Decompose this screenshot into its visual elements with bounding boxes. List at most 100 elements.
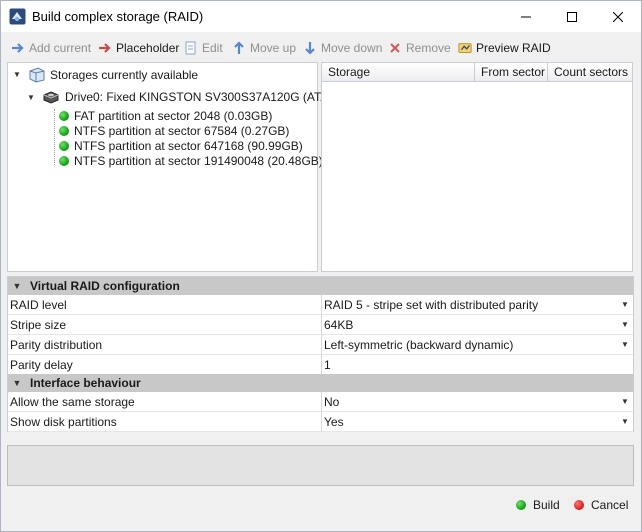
move-up-label: Move up [250, 41, 297, 55]
add-current-label: Add current [29, 41, 92, 55]
property-value[interactable]: No [324, 392, 614, 412]
remove-label: Remove [406, 41, 451, 55]
tree-root-label: Storages currently available [50, 68, 199, 82]
partition-status-icon [59, 126, 69, 136]
build-button[interactable]: Build [516, 497, 560, 513]
remove-x-icon [388, 41, 402, 55]
divider [321, 412, 322, 432]
storage-tree[interactable]: ▼ Storages currently available ▼ Drive0:… [7, 62, 332, 272]
property-description-panel [7, 445, 634, 486]
move-down-button[interactable]: Move down [303, 37, 382, 59]
arrow-up-icon [232, 41, 246, 55]
cancel-label: Cancel [591, 498, 629, 512]
partition-status-icon [59, 141, 69, 151]
preview-raid-label: Preview RAID [476, 41, 551, 55]
property-show-disk-partitions[interactable]: Show disk partitions Yes ▼ [8, 412, 633, 432]
cancel-button[interactable]: Cancel [574, 497, 628, 513]
property-raid-level[interactable]: RAID level RAID 5 - stripe set with dist… [8, 295, 633, 315]
close-icon [613, 11, 623, 22]
tree-drive-label: Drive0: Fixed KINGSTON SV300S37A120G (AT… [65, 90, 333, 104]
tree-partition[interactable]: NTFS partition at sector 647168 (90.99GB… [59, 138, 303, 154]
placeholder-label: Placeholder [116, 41, 180, 55]
property-value[interactable]: RAID 5 - stripe set with distributed par… [324, 295, 614, 315]
collapse-root-icon[interactable]: ▼ [13, 70, 21, 79]
app-icon [9, 8, 26, 25]
property-allow-same-storage[interactable]: Allow the same storage No ▼ [8, 392, 633, 412]
partition-label: NTFS partition at sector 647168 (90.99GB… [74, 139, 303, 153]
dropdown-arrow-icon[interactable]: ▼ [619, 295, 631, 315]
build-status-icon [516, 500, 526, 510]
tree-root[interactable]: Storages currently available [28, 67, 198, 83]
category-label: Interface behaviour [30, 376, 141, 390]
partition-status-icon [59, 111, 69, 121]
title-bar: Build complex storage (RAID) [1, 1, 641, 32]
preview-raid-button[interactable]: Preview RAID [458, 37, 551, 59]
tree-partition[interactable]: NTFS partition at sector 67584 (0.27GB) [59, 123, 289, 139]
property-value[interactable]: Left-symmetric (backward dynamic) [324, 335, 614, 355]
divider [321, 392, 322, 412]
property-value[interactable]: 64KB [324, 315, 614, 335]
add-current-button[interactable]: Add current [11, 37, 91, 59]
column-header-from-sector[interactable]: From sector [475, 63, 548, 82]
property-name: Parity delay [10, 358, 73, 372]
remove-button[interactable]: Remove [388, 37, 451, 59]
list-header: Storage From sector Count sectors [322, 63, 632, 82]
property-value[interactable]: Yes [324, 412, 614, 432]
raid-builder-window: Build complex storage (RAID) Add current… [0, 0, 642, 532]
arrow-right-red-icon [98, 41, 112, 55]
category-interface-behaviour[interactable]: ▼ Interface behaviour [8, 374, 633, 392]
edit-page-icon [184, 41, 198, 55]
partition-status-icon [59, 156, 69, 166]
divider [321, 355, 322, 375]
property-value[interactable]: 1 [324, 355, 614, 375]
toolbar: Add current Placeholder Edit Move up Mov… [1, 37, 641, 59]
property-parity-distribution[interactable]: Parity distribution Left-symmetric (back… [8, 335, 633, 355]
arrow-right-icon [11, 41, 25, 55]
property-stripe-size[interactable]: Stripe size 64KB ▼ [8, 315, 633, 335]
property-name: Show disk partitions [10, 415, 117, 429]
build-label: Build [533, 498, 560, 512]
property-name: Allow the same storage [10, 395, 135, 409]
hard-drive-icon [43, 91, 59, 104]
move-down-label: Move down [321, 41, 383, 55]
partition-label: NTFS partition at sector 67584 (0.27GB) [74, 124, 290, 138]
divider [321, 315, 322, 335]
partition-label: NTFS partition at sector 191490048 (20.4… [74, 154, 323, 168]
tree-connector [54, 109, 55, 165]
close-button[interactable] [595, 1, 641, 32]
edit-button[interactable]: Edit [184, 37, 223, 59]
property-name: RAID level [10, 298, 67, 312]
edit-label: Edit [202, 41, 223, 55]
minimize-button[interactable] [503, 1, 549, 32]
tree-partition[interactable]: NTFS partition at sector 191490048 (20.4… [59, 153, 323, 169]
property-name: Stripe size [10, 318, 67, 332]
maximize-button[interactable] [549, 1, 595, 32]
dropdown-arrow-icon[interactable]: ▼ [619, 392, 631, 412]
dropdown-arrow-icon[interactable]: ▼ [619, 412, 631, 432]
property-parity-delay[interactable]: Parity delay 1 [8, 355, 633, 375]
dropdown-arrow-icon[interactable]: ▼ [619, 335, 631, 355]
storages-icon [29, 67, 45, 83]
collapse-category-icon[interactable]: ▼ [8, 281, 26, 291]
window-title: Build complex storage (RAID) [32, 9, 204, 24]
tree-partition[interactable]: FAT partition at sector 2048 (0.03GB) [59, 108, 272, 124]
collapse-category-icon[interactable]: ▼ [8, 378, 26, 388]
maximize-icon [567, 11, 577, 22]
column-header-storage[interactable]: Storage [322, 63, 475, 82]
collapse-drive-icon[interactable]: ▼ [27, 93, 35, 102]
cancel-status-icon [574, 500, 584, 510]
divider [321, 335, 322, 355]
move-up-button[interactable]: Move up [232, 37, 296, 59]
raid-storage-list[interactable]: Storage From sector Count sectors [321, 62, 633, 272]
preview-raid-icon [458, 41, 472, 55]
arrow-down-icon [303, 41, 317, 55]
placeholder-button[interactable]: Placeholder [98, 37, 179, 59]
property-name: Parity distribution [10, 338, 103, 352]
tree-drive[interactable]: Drive0: Fixed KINGSTON SV300S37A120G (AT… [42, 89, 332, 105]
category-label: Virtual RAID configuration [30, 279, 180, 293]
category-virtual-raid[interactable]: ▼ Virtual RAID configuration [8, 277, 633, 295]
column-header-count-sectors[interactable]: Count sectors [548, 63, 632, 82]
divider [321, 295, 322, 315]
property-grid: ▼ Virtual RAID configuration RAID level … [7, 276, 634, 432]
dropdown-arrow-icon[interactable]: ▼ [619, 315, 631, 335]
